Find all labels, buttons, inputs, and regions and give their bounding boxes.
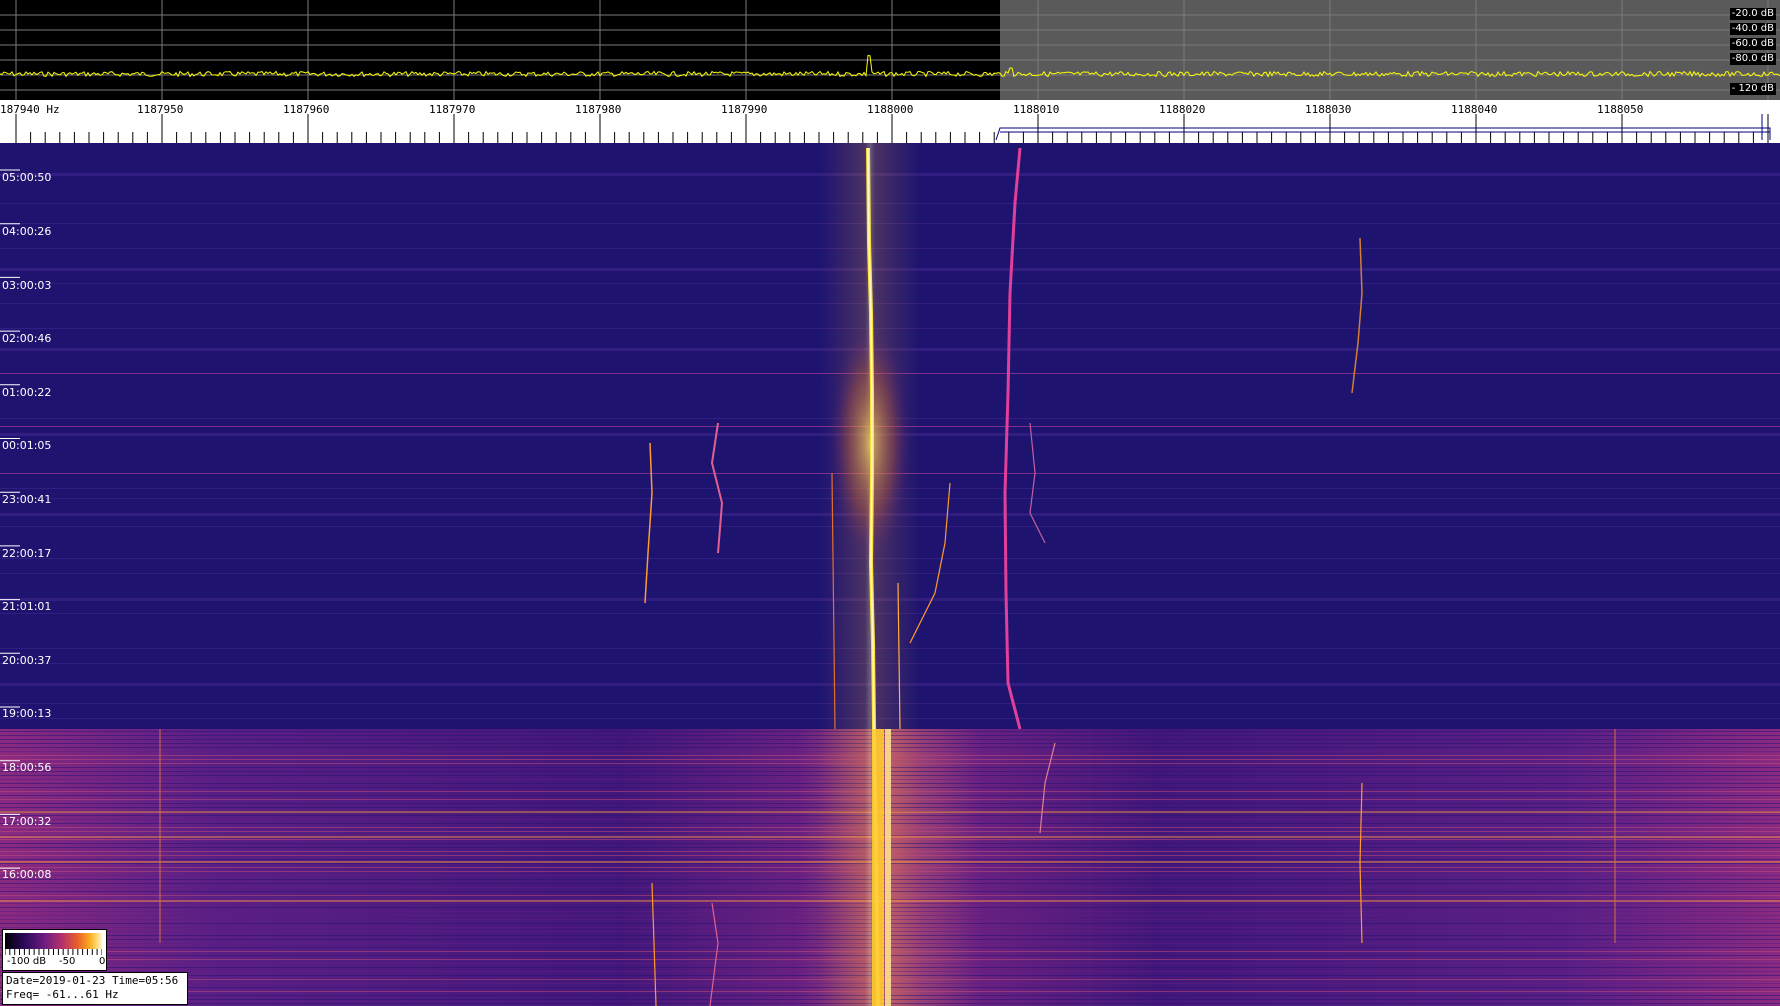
time-label: 02:00:46 bbox=[2, 332, 52, 345]
time-label: 21:01:01 bbox=[2, 600, 52, 613]
time-label: 01:00:22 bbox=[2, 386, 52, 399]
date-time-text: Date=2019-01-23 Time=05:56 bbox=[6, 974, 179, 987]
scale-label-min: -100 dB bbox=[7, 956, 47, 967]
time-label: 04:00:26 bbox=[2, 225, 52, 238]
frequency-label: 1188030 bbox=[1305, 103, 1352, 116]
info-box: Date=2019-01-23 Time=05:56 Freq= -61...6… bbox=[2, 972, 188, 1005]
frequency-label: 1188020 bbox=[1159, 103, 1206, 116]
frequency-label: 1188040 bbox=[1451, 103, 1498, 116]
time-label: 23:00:41 bbox=[2, 493, 52, 506]
frequency-axis[interactable]: 187940 Hz 1187950 1187960 1187970 118798… bbox=[0, 100, 1780, 143]
color-scale-ticks bbox=[5, 949, 102, 955]
spectrum-display[interactable]: -20.0 dB -40.0 dB -60.0 dB -80.0 dB - 12… bbox=[0, 0, 1780, 100]
time-label: 00:01:05 bbox=[2, 439, 52, 452]
time-label: 18:00:56 bbox=[2, 761, 52, 774]
color-scale-gradient bbox=[5, 933, 102, 949]
time-label: 05:00:50 bbox=[2, 171, 52, 184]
spectrum-graph bbox=[0, 0, 1780, 100]
freq-range-text: Freq= -61...61 Hz bbox=[6, 988, 119, 1001]
frequency-label: 1188010 bbox=[1013, 103, 1060, 116]
db-label: -60.0 dB bbox=[1729, 38, 1776, 50]
db-label: -40.0 dB bbox=[1729, 23, 1776, 35]
db-label: -80.0 dB bbox=[1729, 53, 1776, 65]
scale-label-max: 0 bbox=[99, 956, 106, 967]
selection-bracket[interactable] bbox=[995, 127, 1771, 141]
time-label: 20:00:37 bbox=[2, 654, 52, 667]
spectrogram bbox=[0, 143, 1780, 1006]
frequency-label: 1187950 bbox=[137, 103, 184, 116]
color-scale-legend: -100 dB -50 0 bbox=[2, 929, 107, 971]
db-label: - 120 dB bbox=[1729, 83, 1776, 95]
time-label: 16:00:08 bbox=[2, 868, 52, 881]
db-label: -20.0 dB bbox=[1729, 8, 1776, 20]
time-label: 03:00:03 bbox=[2, 279, 52, 292]
frequency-label: 1187960 bbox=[283, 103, 330, 116]
frequency-label: 1187970 bbox=[429, 103, 476, 116]
spectrum-lab-window: -20.0 dB -40.0 dB -60.0 dB -80.0 dB - 12… bbox=[0, 0, 1780, 1006]
scale-label-mid: -50 bbox=[59, 956, 76, 967]
frequency-label: 187940 Hz bbox=[0, 103, 60, 116]
time-label: 19:00:13 bbox=[2, 707, 52, 720]
frequency-label: 1187990 bbox=[721, 103, 768, 116]
waterfall-display[interactable]: 05:00:50 04:00:26 03:00:03 02:00:46 01:0… bbox=[0, 143, 1780, 1006]
frequency-label: 1188050 bbox=[1597, 103, 1644, 116]
time-label: 22:00:17 bbox=[2, 547, 52, 560]
frequency-label: 1188000 bbox=[867, 103, 914, 116]
time-label: 17:00:32 bbox=[2, 815, 52, 828]
frequency-label: 1187980 bbox=[575, 103, 622, 116]
